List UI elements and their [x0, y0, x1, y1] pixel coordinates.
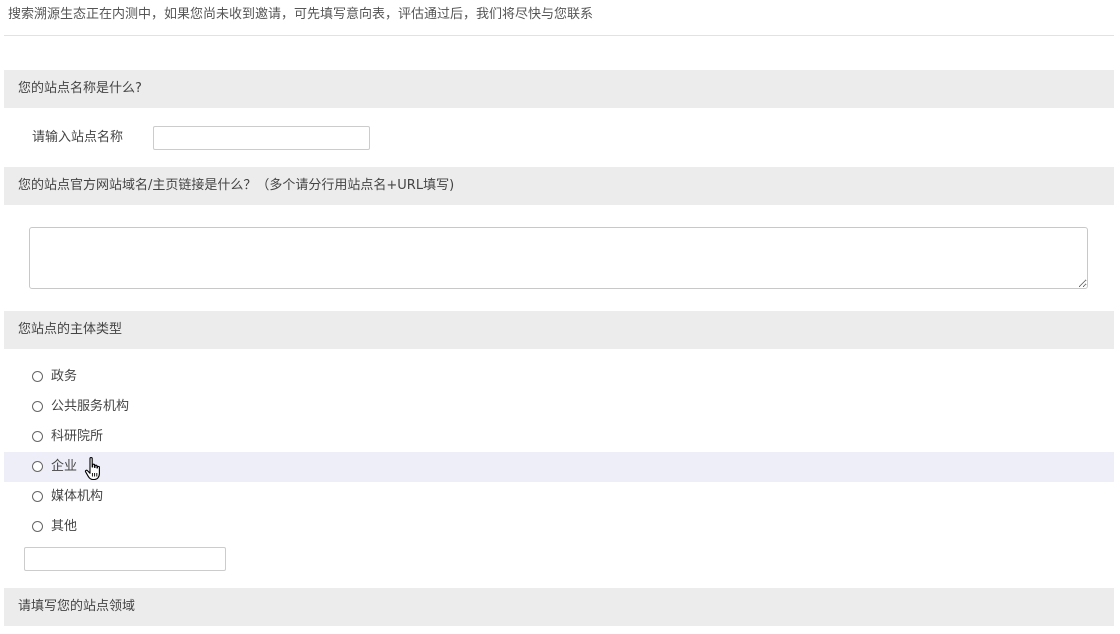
radio-label: 科研院所	[51, 429, 104, 444]
radio-label: 公共服务机构	[51, 399, 130, 414]
radio-button[interactable]	[32, 460, 43, 472]
radio-option-research-institute[interactable]: 科研院所	[4, 422, 1114, 452]
radio-label: 其他	[51, 519, 78, 534]
radio-option-public-service[interactable]: 公共服务机构	[4, 392, 1114, 422]
q4-header: 请填写您的站点领域	[4, 588, 1114, 626]
beta-notice: 搜索溯源生态正在内测中，如果您尚未收到邀请，可先填写意向表，评估通过后，我们将尽…	[8, 7, 594, 22]
site-url-textarea[interactable]	[29, 227, 1088, 289]
radio-button[interactable]	[32, 430, 43, 442]
radio-button[interactable]	[32, 520, 43, 532]
q3-header: 您站点的主体类型	[4, 311, 1114, 349]
radio-option-government[interactable]: 政务	[4, 362, 1114, 392]
radio-label: 政务	[51, 369, 78, 384]
site-name-label: 请输入站点名称	[32, 130, 124, 145]
intent-form-page: 搜索溯源生态正在内测中，如果您尚未收到邀请，可先填写意向表，评估通过后，我们将尽…	[0, 0, 1120, 634]
q2-header: 您的站点官方网站域名/主页链接是什么？（多个请分行用站点名+URL填写)	[4, 167, 1114, 205]
radio-option-other[interactable]: 其他	[4, 512, 1114, 542]
site-name-input[interactable]	[153, 126, 370, 150]
radio-button[interactable]	[32, 490, 43, 502]
radio-option-enterprise[interactable]: 企业	[4, 452, 1114, 482]
radio-label: 企业	[51, 459, 78, 474]
other-type-input[interactable]	[24, 547, 226, 571]
radio-button[interactable]	[32, 370, 43, 382]
radio-label: 媒体机构	[51, 489, 104, 504]
radio-option-media[interactable]: 媒体机构	[4, 482, 1114, 512]
radio-button[interactable]	[32, 400, 43, 412]
q1-header: 您的站点名称是什么?	[4, 70, 1114, 108]
header-divider	[4, 35, 1114, 36]
